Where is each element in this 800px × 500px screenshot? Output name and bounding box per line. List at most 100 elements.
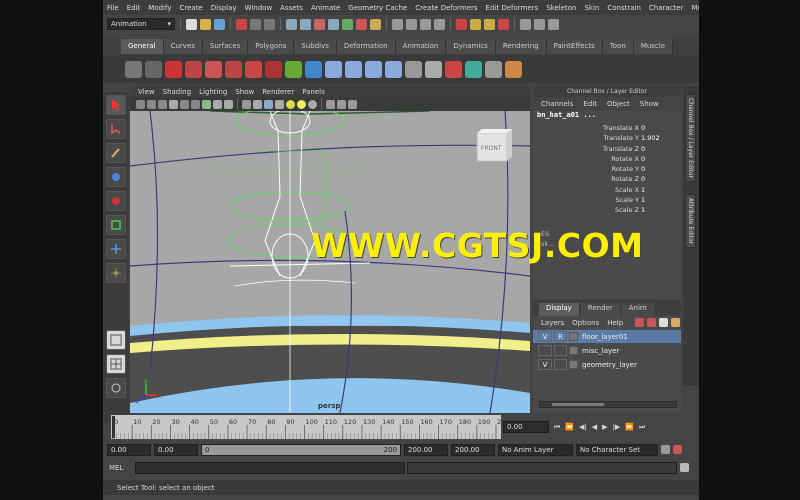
step-forward-frame-icon[interactable]: |▶ [613,423,621,431]
shelf-tool-icon-12[interactable] [345,60,362,78]
layout-four-button[interactable] [106,354,126,374]
step-back-key-icon[interactable]: ⏪ [565,423,574,431]
layer-menu-help[interactable]: Help [607,319,623,327]
playback-end-field[interactable]: 200.00 [404,443,448,456]
scrollbar-thumb[interactable] [552,403,604,406]
shelf-tool-icon-19[interactable] [485,60,502,78]
menu-edit-deformers[interactable]: Edit Deformers [486,4,539,12]
channel-menu-show[interactable]: Show [640,100,659,108]
wireframe-icon[interactable] [242,99,251,109]
tab-attribute-editor[interactable]: Attribute Editor [685,194,696,249]
viewport-menu-view[interactable]: View [138,88,155,96]
snap-grid-icon[interactable] [392,18,403,30]
ipr-render-icon[interactable] [484,18,495,30]
layer-color-swatch[interactable] [569,346,578,355]
isolate-icon[interactable] [326,99,335,109]
channel-attribute-value[interactable]: 0 [641,174,681,184]
shelf-tool-icon-11[interactable] [325,60,342,78]
bookmark-icon[interactable] [158,99,167,109]
current-time-marker[interactable] [112,416,115,438]
viewport-menu-show[interactable]: Show [235,88,254,96]
layer-color-swatch[interactable] [569,332,578,341]
shelf-tool-icon-17[interactable] [445,60,462,78]
channel-attribute-row[interactable]: Translate X0 [533,123,681,133]
layer-display-type-toggle[interactable]: R [554,331,567,342]
shelf-tool-icon-20[interactable] [505,60,522,78]
mask-icon-3[interactable] [314,18,325,30]
tab-channel-box[interactable]: Channel Box / Layer Editor [685,94,696,182]
layer-menu-layers[interactable]: Layers [541,319,564,327]
menu-animate[interactable]: Animate [311,4,340,12]
select-hierarchy-icon[interactable] [236,18,247,30]
textured-icon[interactable] [275,99,284,109]
mask-icon-4[interactable] [328,18,339,30]
mask-icon-1[interactable] [286,18,297,30]
menu-edit[interactable]: Edit [127,4,141,12]
play-forwards-icon[interactable]: ▶ [602,423,607,431]
smooth-shade-icon[interactable] [253,99,262,109]
menu-skeleton[interactable]: Skeleton [546,4,576,12]
shelf-tab-deformation[interactable]: Deformation [336,39,396,54]
channel-menu-channels[interactable]: Channels [541,100,573,108]
character-set-dropdown[interactable]: No Character Set [576,443,658,456]
shelf-tool-icon-8[interactable] [265,60,282,78]
mask-icon-5[interactable] [342,18,353,30]
channel-attribute-row[interactable]: Rotate Y0 [533,164,681,174]
layer-display-type-toggle[interactable] [554,345,567,356]
shelf-tool-icon-16[interactable] [425,60,442,78]
menu-create[interactable]: Create [179,4,202,12]
new-scene-icon[interactable] [186,18,197,30]
xray-icon[interactable] [337,99,346,109]
panel-toggle-icon-2[interactable] [534,18,545,30]
select-object-icon[interactable] [250,18,261,30]
layer-row[interactable]: Vgeometry_layer [533,358,681,371]
move-tool-button[interactable] [106,167,126,187]
channel-box-object-name[interactable]: bn_hat_a01 ... [533,111,681,123]
layer-visibility-toggle[interactable]: V [538,331,552,342]
animation-end-field[interactable]: 200.00 [451,443,495,456]
layout-single-button[interactable] [106,330,126,350]
layer-color-swatch[interactable] [569,360,578,369]
channel-attribute-value[interactable]: 0 [641,144,681,154]
layer-tab-anim[interactable]: Anim [621,303,654,316]
shelf-tool-icon-2[interactable] [145,60,162,78]
resolution-gate-icon[interactable] [202,99,211,109]
snap-point-icon[interactable] [420,18,431,30]
menu-muscle[interactable]: Muscle [691,4,699,12]
xray-joints-icon[interactable] [348,99,357,109]
mask-icon-6[interactable] [356,18,367,30]
history-icon[interactable] [456,18,467,30]
select-tool-button[interactable] [106,95,126,115]
open-scene-icon[interactable] [200,18,211,30]
command-input[interactable] [135,461,405,474]
viewport-menu-panels[interactable]: Panels [302,88,325,96]
menu-window[interactable]: Window [245,4,273,12]
viewport-menu-renderer[interactable]: Renderer [262,88,294,96]
new-layer-icon[interactable] [659,318,669,327]
image-plane-icon[interactable] [169,99,178,109]
shelf-tab-muscle[interactable]: Muscle [633,39,674,54]
select-component-icon[interactable] [264,18,275,30]
menu-geometry-cache[interactable]: Geometry Cache [348,4,407,12]
layer-visibility-toggle[interactable] [538,345,552,356]
channel-attribute-row[interactable]: Scale Y1 [533,195,681,205]
animation-start-field[interactable]: 0.00 [107,443,151,456]
channel-attribute-row[interactable]: Scale Z1 [533,205,681,215]
auto-key-icon[interactable] [661,445,670,454]
channel-attribute-value[interactable]: 1 [641,205,681,215]
shelf-tab-general[interactable]: General [121,39,164,54]
current-frame-field[interactable]: 0.00 [503,421,549,433]
shelf-tool-icon-1[interactable] [125,60,142,78]
camera-attr-icon[interactable] [147,99,156,109]
mask-icon-2[interactable] [300,18,311,30]
panel-toggle-icon-3[interactable] [548,18,559,30]
shelf-tool-icon-6[interactable] [225,60,242,78]
go-to-end-icon[interactable]: ⏭ [639,423,645,432]
shelf-tool-icon-4[interactable] [185,60,202,78]
lasso-tool-button[interactable] [106,119,126,139]
new-layer-selected-icon[interactable] [671,318,681,327]
shelf-tool-icon-13[interactable] [365,60,382,78]
render-icon[interactable] [470,18,481,30]
default-light-icon[interactable] [286,99,295,109]
channel-attribute-row[interactable]: Scale X1 [533,185,681,195]
